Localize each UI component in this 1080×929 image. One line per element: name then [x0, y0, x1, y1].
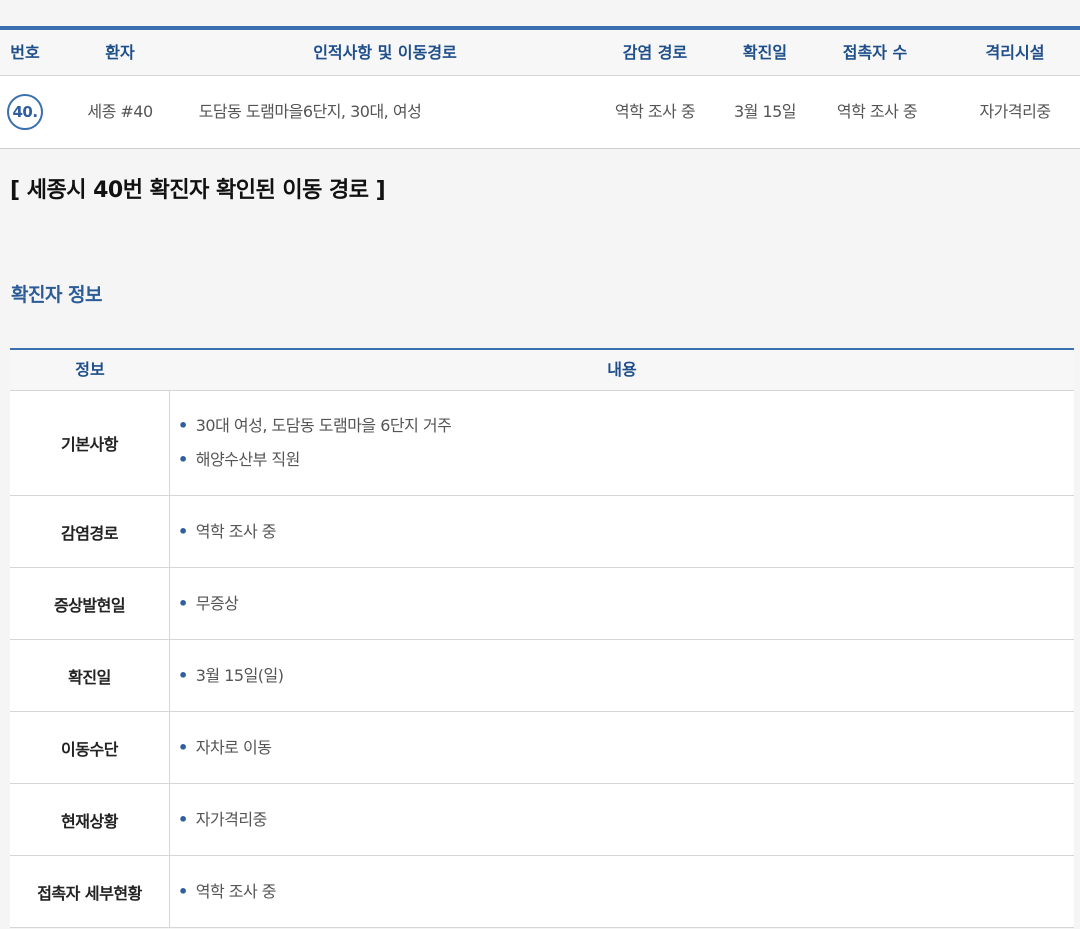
info-row-content: • 역학 조사 중 [170, 496, 1074, 567]
header-contacts: 접촉자 수 [842, 43, 908, 62]
info-row-content: • 무증상 [170, 568, 1074, 639]
info-row-label: 증상발현일 [10, 568, 170, 639]
info-row-symptom-onset: 증상발현일 • 무증상 [10, 568, 1074, 640]
bullet-text: 3월 15일(일) [195, 665, 284, 685]
info-row-content: • 역학 조사 중 [170, 856, 1074, 927]
summary-table-header: 번호 환자 인적사항 및 이동경로 감염 경로 확진일 접촉자 수 격리시설 [0, 30, 1080, 76]
info-row-label: 확진일 [10, 640, 170, 711]
info-row-label: 기본사항 [10, 391, 170, 495]
bullet-text: 역학 조사 중 [195, 521, 277, 541]
patient-isolation: 자가격리중 [979, 102, 1051, 121]
header-number: 번호 [10, 43, 40, 62]
bullet-item: • 역학 조사 중 [178, 875, 1074, 909]
info-row-label: 감염경로 [10, 496, 170, 567]
patient-contacts: 역학 조사 중 [836, 102, 918, 121]
info-row-content: • 자차로 이동 [170, 712, 1074, 783]
bullet-text: 자차로 이동 [195, 737, 272, 757]
bullet-dot-icon: • [178, 809, 188, 829]
bullet-dot-icon: • [178, 665, 188, 685]
info-row-transport: 이동수단 • 자차로 이동 [10, 712, 1074, 784]
info-row-content: • 3월 15일(일) [170, 640, 1074, 711]
bullet-text: 역학 조사 중 [195, 881, 277, 901]
summary-table-row[interactable]: 40. 세종 #40 도담동 도램마을6단지, 30대, 여성 역학 조사 중 … [0, 76, 1080, 149]
info-table-header: 정보 내용 [10, 350, 1074, 391]
info-table-body: 기본사항 • 30대 여성, 도담동 도램마을 6단지 거주 • 해양수산부 직원 감염경… [10, 391, 1074, 928]
bullet-item: • 역학 조사 중 [178, 515, 1074, 549]
info-row-content: • 30대 여성, 도담동 도램마을 6단지 거주 • 해양수산부 직원 [170, 391, 1074, 495]
bullet-dot-icon: • [178, 881, 188, 901]
header-isolation: 격리시설 [985, 43, 1045, 62]
section-title: [ 세종시 40번 확진자 확인된 이동 경로 ] [10, 178, 386, 203]
bullet-text: 30대 여성, 도담동 도램마을 6단지 거주 [195, 416, 452, 435]
bullet-item: • 자차로 이동 [178, 731, 1074, 765]
bullet-dot-icon: • [178, 521, 188, 541]
info-header-label: 정보 [75, 360, 105, 379]
bullet-dot-icon: • [178, 450, 188, 469]
bullet-item: • 무증상 [178, 587, 1074, 621]
bullet-dot-icon: • [178, 416, 188, 435]
patient-info-table: 정보 내용 기본사항 • 30대 여성, 도담동 도램마을 6단지 거주 • 해양수산부… [10, 348, 1074, 928]
bullet-dot-icon: • [178, 737, 188, 757]
bullet-text: 해양수산부 직원 [195, 450, 301, 469]
info-row-label: 현재상황 [10, 784, 170, 855]
info-row-content: • 자가격리중 [170, 784, 1074, 855]
header-route: 인적사항 및 이동경로 [313, 43, 457, 62]
info-row-basic-info: 기본사항 • 30대 여성, 도담동 도램마을 6단지 거주 • 해양수산부 직원 [10, 391, 1074, 496]
patient-infection-route: 역학 조사 중 [614, 102, 696, 121]
sub-title: 확진자 정보 [11, 284, 103, 306]
bullet-item: • 해양수산부 직원 [178, 443, 1074, 477]
info-row-contact-details: 접촉자 세부현황 • 역학 조사 중 [10, 856, 1074, 928]
info-row-confirmed-date: 확진일 • 3월 15일(일) [10, 640, 1074, 712]
bullet-item: • 30대 여성, 도담동 도램마을 6단지 거주 [178, 409, 1074, 443]
patient-confirmed-date: 3월 15일 [733, 102, 797, 121]
bullet-text: 무증상 [195, 593, 239, 613]
info-row-infection-route: 감염경로 • 역학 조사 중 [10, 496, 1074, 568]
info-row-label: 접촉자 세부현황 [10, 856, 170, 927]
info-header-content: 내용 [607, 360, 637, 379]
patient-name: 세종 #40 [87, 102, 153, 121]
patient-number-badge: 40. [7, 94, 43, 130]
header-infection-route: 감염 경로 [622, 43, 688, 62]
info-row-current-status: 현재상황 • 자가격리중 [10, 784, 1074, 856]
info-row-label: 이동수단 [10, 712, 170, 783]
bullet-text: 자가격리중 [195, 809, 268, 829]
header-confirmed-date: 확진일 [742, 43, 788, 62]
bullet-item: • 3월 15일(일) [178, 659, 1074, 693]
header-patient: 환자 [105, 43, 135, 62]
bullet-item: • 자가격리중 [178, 803, 1074, 837]
bullet-dot-icon: • [178, 593, 188, 613]
patient-route: 도담동 도램마을6단지, 30대, 여성 [198, 102, 422, 121]
